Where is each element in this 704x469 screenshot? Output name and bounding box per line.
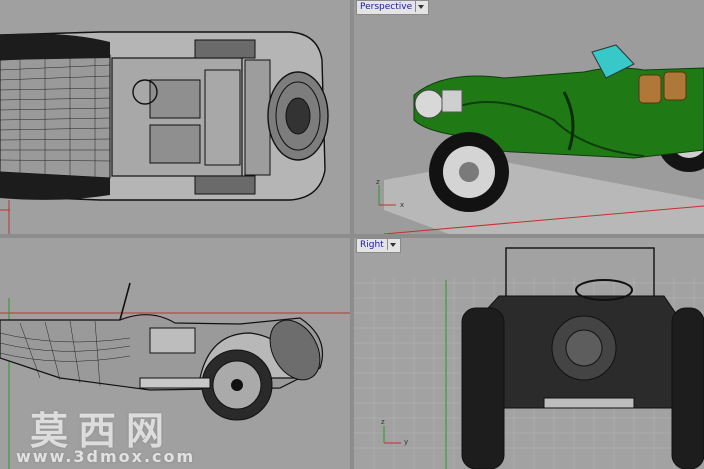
chevron-down-icon[interactable] (415, 1, 425, 12)
axis-z-label: z (376, 178, 380, 186)
watermark-url: www.3dmox.com (16, 447, 196, 466)
right-label: Right (360, 240, 384, 250)
chevron-down-icon[interactable] (386, 239, 397, 250)
right-viewport-tab[interactable]: Right (356, 238, 401, 253)
right-view-wireframe (354, 247, 704, 469)
axis-z-label: z (381, 418, 385, 426)
top-view-wireframe (0, 31, 329, 234)
perspective-viewport-tab[interactable]: Perspective (356, 0, 430, 15)
viewport-right[interactable]: Right z y (354, 238, 704, 469)
viewport-top[interactable] (0, 0, 350, 234)
axis-y-label: y (404, 438, 409, 446)
perspective-view-render (378, 44, 704, 234)
viewport-perspective[interactable]: Perspective z x (354, 0, 704, 234)
perspective-label: Perspective (360, 2, 413, 12)
axis-x-label: x (400, 201, 405, 209)
